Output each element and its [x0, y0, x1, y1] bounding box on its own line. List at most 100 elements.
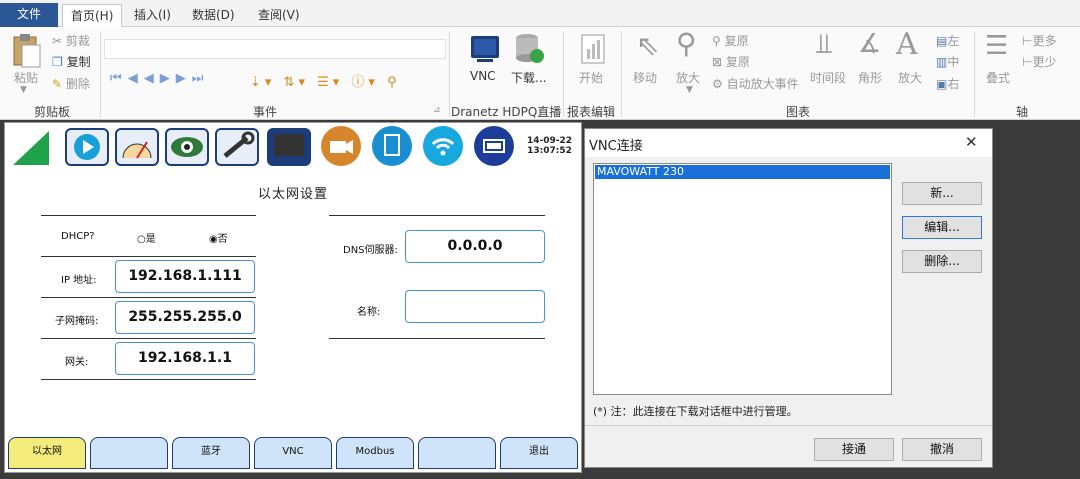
scissors-icon: ✂	[52, 34, 63, 48]
auto-zoom-event-button[interactable]: ⚙ 自动放大事件	[712, 75, 799, 92]
move-button[interactable]: 移动	[633, 69, 657, 86]
zoom-dropdown-icon[interactable]: ▼	[686, 85, 693, 95]
connection-list[interactable]: MAVOWATT 230	[593, 163, 892, 395]
paste-dropdown-icon[interactable]: ▼	[20, 85, 27, 95]
cancel-button[interactable]: 撤消	[902, 438, 982, 461]
overlay-button[interactable]: 叠式	[986, 69, 1010, 86]
align-center-button[interactable]: ▥中	[936, 53, 959, 70]
vnc-button[interactable]: VNC	[470, 69, 496, 83]
time-text: 13:07:52	[527, 146, 572, 156]
document-icon[interactable]	[372, 126, 412, 166]
signal-triangle-icon[interactable]	[13, 131, 49, 165]
eraser-icon: ✎	[52, 77, 63, 91]
font-enlarge-icon[interactable]: A	[896, 27, 918, 62]
copy-button[interactable]: ❐ 复制	[52, 53, 91, 70]
tab-file[interactable]: 文件	[0, 3, 58, 27]
ip-label: IP 地址:	[61, 275, 97, 286]
angle-button[interactable]: 角形	[858, 69, 882, 86]
delete-button[interactable]: 删除...	[902, 250, 982, 273]
wifi-icon[interactable]	[423, 126, 463, 166]
restore-zoom-icon: ⚲	[712, 34, 721, 48]
auto-zoom-label: 自动放大事件	[726, 77, 799, 91]
battery-icon[interactable]	[474, 126, 514, 166]
dns-server-field[interactable]: 0.0.0.0	[405, 230, 545, 263]
tab-modbus[interactable]: Modbus	[336, 437, 414, 469]
date-text: 14-09-22	[527, 136, 573, 146]
zoom-button[interactable]: 放大	[676, 69, 700, 86]
connect-button[interactable]: 接通	[814, 438, 894, 461]
paste-button[interactable]: 粘贴	[14, 69, 38, 86]
paste-icon[interactable]	[10, 33, 42, 69]
vnc-monitor-icon[interactable]	[469, 33, 501, 65]
subnet-mask-field[interactable]: 255.255.255.0	[115, 301, 255, 334]
tab-data[interactable]: 数据(D)	[184, 4, 243, 27]
dhcp-no-label: 否	[217, 234, 228, 245]
app-window: 文件 首页(H) 插入(I) 数据(D) 查阅(V) 粘贴 ▼ ✂ 剪裁 ❐ 复…	[0, 0, 1080, 479]
close-icon[interactable]: ✕	[965, 133, 978, 151]
events-expand-icon[interactable]: ⊿	[433, 105, 441, 115]
download-button[interactable]: 下载...	[511, 69, 546, 86]
tab-bluetooth[interactable]: 蓝牙	[172, 437, 250, 469]
name-label: 名称:	[357, 307, 381, 318]
group-separator	[100, 31, 101, 117]
tab-blank-2[interactable]	[418, 437, 496, 469]
divider	[585, 425, 992, 426]
play-icon[interactable]	[65, 128, 109, 166]
event-search-input[interactable]	[104, 39, 446, 59]
copy-icon: ❐	[52, 55, 63, 69]
enlarge-button[interactable]: 放大	[898, 69, 922, 86]
restore-button-1[interactable]: ⚲ 复原	[712, 32, 749, 49]
eye-icon[interactable]	[165, 128, 209, 166]
align-left-button[interactable]: ▤左	[936, 32, 959, 49]
gateway-field[interactable]: 192.168.1.1	[115, 342, 255, 375]
tab-view[interactable]: 查阅(V)	[250, 4, 308, 27]
event-filter-icons[interactable]: ⇣▾ ⇅▾ ☰▾ ⓘ▾ ⚲	[250, 71, 401, 90]
group-title-dranetz-live: Dranetz HDPQ直播	[451, 105, 562, 119]
ip-address-field[interactable]: 192.168.1.111	[115, 260, 255, 293]
new-button[interactable]: 新...	[902, 182, 982, 205]
align-right-button[interactable]: ▣右	[936, 75, 959, 92]
tab-exit[interactable]: 退出	[500, 437, 578, 469]
list-item[interactable]: MAVOWATT 230	[595, 165, 890, 179]
angle-chart-icon[interactable]: ∡	[858, 29, 881, 59]
add-axis-icon: ⊢	[1022, 34, 1033, 48]
wrench-settings-icon[interactable]	[215, 128, 259, 166]
zoom-magnifier-icon[interactable]: ⚲	[676, 27, 697, 60]
name-field[interactable]	[405, 290, 545, 323]
divider	[41, 256, 256, 257]
align-center-label: 中	[947, 55, 960, 69]
cut-button[interactable]: ✂ 剪裁	[52, 32, 90, 49]
dhcp-no-radio[interactable]: ◉否	[209, 230, 228, 245]
report-start-button[interactable]: 开始	[579, 69, 603, 86]
restore-button-2[interactable]: ⊠ 复原	[712, 53, 750, 70]
delete-button[interactable]: ✎ 删除	[52, 75, 90, 92]
time-segment-icon[interactable]: ⫫	[816, 27, 832, 61]
align-left-label: 左	[947, 34, 960, 48]
tab-home[interactable]: 首页(H)	[62, 4, 123, 27]
auto-zoom-icon: ⚙	[712, 77, 723, 91]
tab-ethernet[interactable]: 以太网	[8, 437, 86, 469]
monitor-vnc-icon[interactable]	[267, 128, 311, 166]
dhcp-yes-radio[interactable]: ○是	[137, 230, 156, 245]
event-navigation-icons[interactable]: ⏮◀◀▶▶⏭	[110, 71, 209, 86]
less-axis-label: 更少	[1032, 55, 1057, 69]
less-axis-button[interactable]: ⊢更少	[1022, 53, 1056, 70]
move-cursor-icon[interactable]: ⇖	[636, 29, 659, 62]
gauge-meter-icon[interactable]	[115, 128, 159, 166]
edit-button[interactable]: 编辑...	[902, 216, 982, 239]
divider	[329, 215, 545, 216]
tab-blank-1[interactable]	[90, 437, 168, 469]
video-camera-icon[interactable]	[321, 126, 361, 166]
group-separator	[563, 31, 564, 117]
tab-insert[interactable]: 插入(I)	[126, 4, 179, 27]
dhcp-label: DHCP?	[61, 231, 95, 242]
time-segment-button[interactable]: 时间段	[810, 69, 846, 86]
report-start-icon[interactable]	[578, 33, 608, 65]
tab-vnc[interactable]: VNC	[254, 437, 332, 469]
align-center-icon: ▥	[936, 55, 948, 69]
group-title-report-edit: 报表编辑	[567, 105, 616, 119]
download-database-icon[interactable]	[513, 32, 545, 66]
more-axis-button[interactable]: ⊢更多	[1022, 32, 1056, 49]
overlay-axis-icon[interactable]: ☰	[985, 31, 1008, 61]
radio-selected-icon: ◉	[209, 234, 218, 245]
